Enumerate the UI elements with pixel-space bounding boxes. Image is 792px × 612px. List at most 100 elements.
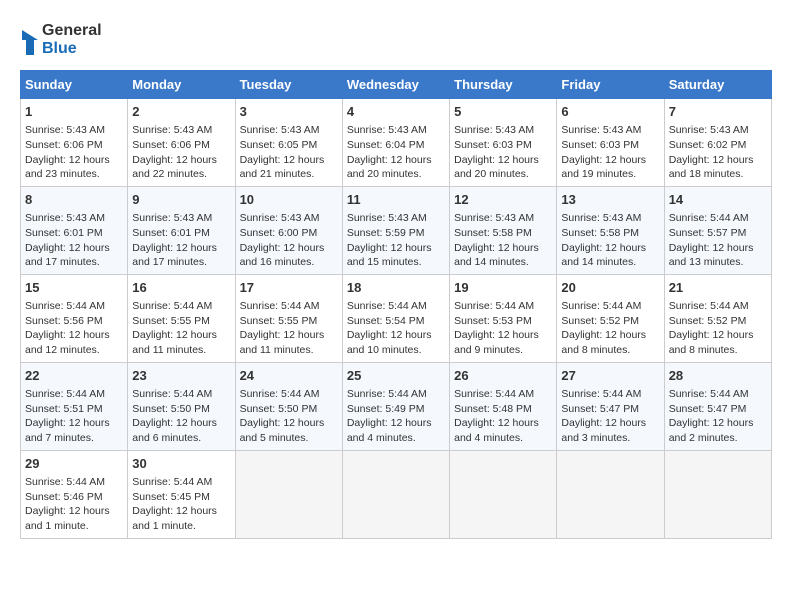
calendar-cell: 13Sunrise: 5:43 AMSunset: 5:58 PMDayligh… [557,186,664,274]
day-info: Sunrise: 5:44 AM [25,475,123,490]
day-number: 29 [25,455,123,473]
col-header-friday: Friday [557,71,664,99]
day-info: Daylight: 12 hours [25,241,123,256]
day-number: 14 [669,191,767,209]
day-info: and 3 minutes. [561,431,659,446]
calendar-cell: 1Sunrise: 5:43 AMSunset: 6:06 PMDaylight… [21,99,128,187]
col-header-tuesday: Tuesday [235,71,342,99]
day-number: 17 [240,279,338,297]
day-info: Daylight: 12 hours [240,328,338,343]
day-number: 19 [454,279,552,297]
calendar-cell: 6Sunrise: 5:43 AMSunset: 6:03 PMDaylight… [557,99,664,187]
day-info: and 8 minutes. [669,343,767,358]
day-info: Sunrise: 5:44 AM [347,387,445,402]
calendar-cell: 29 Sunrise: 5:44 AMSunset: 5:46 PMDayligh… [21,450,128,538]
calendar-cell: 4Sunrise: 5:43 AMSunset: 6:04 PMDaylight… [342,99,449,187]
day-info: Sunrise: 5:44 AM [347,299,445,314]
day-info: Sunrise: 5:43 AM [240,211,338,226]
week-row-4: 22Sunrise: 5:44 AMSunset: 5:51 PMDayligh… [21,362,772,450]
day-info: Daylight: 12 hours [669,153,767,168]
day-number: 10 [240,191,338,209]
calendar-cell: 21Sunrise: 5:44 AMSunset: 5:52 PMDayligh… [664,274,771,362]
day-info: Sunset: 6:00 PM [240,226,338,241]
day-info: Sunset: 6:03 PM [561,138,659,153]
day-number: 25 [347,367,445,385]
col-header-thursday: Thursday [450,71,557,99]
page-header: GeneralBlue [20,20,772,60]
calendar-cell [557,450,664,538]
day-number: 6 [561,103,659,121]
day-number: 3 [240,103,338,121]
day-info: Sunset: 5:52 PM [561,314,659,329]
logo-container: GeneralBlue [20,20,102,60]
day-info: and 20 minutes. [454,167,552,182]
calendar-cell: 27Sunrise: 5:44 AMSunset: 5:47 PMDayligh… [557,362,664,450]
day-info: and 21 minutes. [240,167,338,182]
day-info: Sunrise: 5:43 AM [347,123,445,138]
day-info: and 1 minute. [25,519,123,534]
day-info: and 11 minutes. [132,343,230,358]
day-info: and 18 minutes. [669,167,767,182]
calendar-cell: 17Sunrise: 5:44 AMSunset: 5:55 PMDayligh… [235,274,342,362]
day-info: and 14 minutes. [454,255,552,270]
day-info: Sunrise: 5:44 AM [669,387,767,402]
day-info: Sunrise: 5:43 AM [454,123,552,138]
day-info: Sunrise: 5:43 AM [454,211,552,226]
day-info: Daylight: 12 hours [454,328,552,343]
day-info: Sunrise: 5:43 AM [561,211,659,226]
day-info: Sunrise: 5:44 AM [240,299,338,314]
day-info: Sunset: 5:47 PM [669,402,767,417]
day-info: Sunrise: 5:44 AM [669,211,767,226]
day-info: Daylight: 12 hours [347,241,445,256]
col-header-saturday: Saturday [664,71,771,99]
day-number: 4 [347,103,445,121]
calendar-cell: 8Sunrise: 5:43 AMSunset: 6:01 PMDaylight… [21,186,128,274]
calendar-cell: 16Sunrise: 5:44 AMSunset: 5:55 PMDayligh… [128,274,235,362]
calendar-cell: 12Sunrise: 5:43 AMSunset: 5:58 PMDayligh… [450,186,557,274]
day-number: 16 [132,279,230,297]
day-number: 12 [454,191,552,209]
calendar-cell: 20Sunrise: 5:44 AMSunset: 5:52 PMDayligh… [557,274,664,362]
day-info: Sunrise: 5:43 AM [132,211,230,226]
day-info: Daylight: 12 hours [454,153,552,168]
calendar-cell: 25Sunrise: 5:44 AMSunset: 5:49 PMDayligh… [342,362,449,450]
day-info: Sunset: 5:52 PM [669,314,767,329]
week-row-2: 8Sunrise: 5:43 AMSunset: 6:01 PMDaylight… [21,186,772,274]
calendar-cell: 22Sunrise: 5:44 AMSunset: 5:51 PMDayligh… [21,362,128,450]
day-info: and 10 minutes. [347,343,445,358]
day-number: 11 [347,191,445,209]
day-info: and 2 minutes. [669,431,767,446]
day-info: and 1 minute. [132,519,230,534]
calendar-cell: 15Sunrise: 5:44 AMSunset: 5:56 PMDayligh… [21,274,128,362]
day-info: Sunrise: 5:44 AM [25,299,123,314]
day-info: Daylight: 12 hours [454,416,552,431]
day-info: Daylight: 12 hours [240,153,338,168]
day-number: 20 [561,279,659,297]
day-info: Sunrise: 5:44 AM [454,387,552,402]
day-info: Sunset: 5:49 PM [347,402,445,417]
day-number: 28 [669,367,767,385]
calendar-cell: 3Sunrise: 5:43 AMSunset: 6:05 PMDaylight… [235,99,342,187]
calendar-cell: 28Sunrise: 5:44 AMSunset: 5:47 PMDayligh… [664,362,771,450]
day-info: Daylight: 12 hours [25,504,123,519]
day-info: Sunset: 5:55 PM [132,314,230,329]
day-info: Sunset: 5:45 PM [132,490,230,505]
day-info: Sunset: 5:46 PM [25,490,123,505]
logo-blue-text: Blue [42,40,102,58]
day-info: Sunset: 6:02 PM [669,138,767,153]
day-number: 9 [132,191,230,209]
day-info: and 14 minutes. [561,255,659,270]
day-info: and 13 minutes. [669,255,767,270]
day-info: Sunset: 6:01 PM [132,226,230,241]
col-header-wednesday: Wednesday [342,71,449,99]
day-info: Sunrise: 5:44 AM [240,387,338,402]
day-number: 7 [669,103,767,121]
day-info: Sunrise: 5:44 AM [454,299,552,314]
day-info: Sunrise: 5:44 AM [561,387,659,402]
day-number: 18 [347,279,445,297]
day-info: Daylight: 12 hours [347,153,445,168]
day-number: 2 [132,103,230,121]
week-row-1: 1Sunrise: 5:43 AMSunset: 6:06 PMDaylight… [21,99,772,187]
calendar-cell: 30Sunrise: 5:44 AMSunset: 5:45 PMDayligh… [128,450,235,538]
day-info: and 17 minutes. [132,255,230,270]
